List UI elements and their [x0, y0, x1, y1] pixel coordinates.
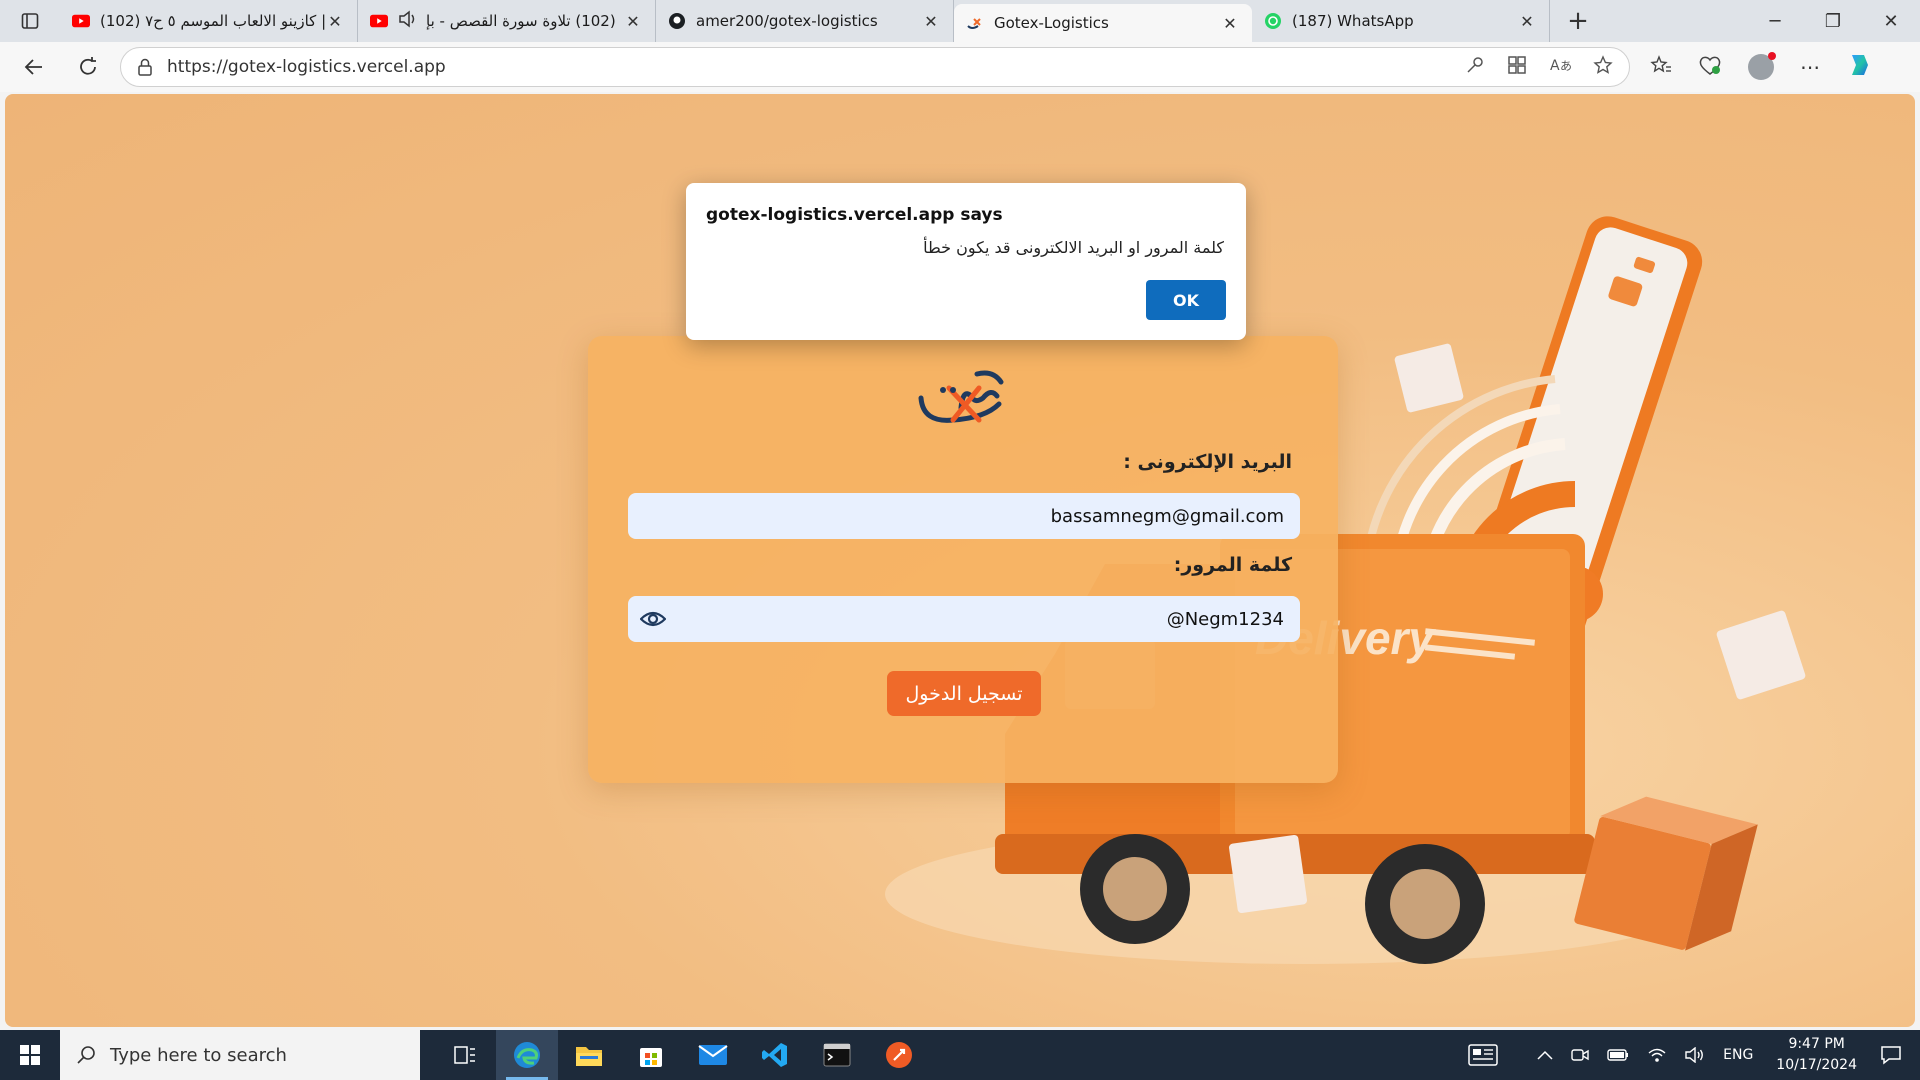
svg-text:あ: あ: [1560, 59, 1571, 73]
search-placeholder: Type here to search: [110, 1044, 287, 1066]
url-text[interactable]: https://gotex-logistics.vercel.app: [167, 57, 1465, 77]
taskbar-mail[interactable]: [682, 1030, 744, 1080]
dialog-heading: gotex-logistics.vercel.app says: [706, 205, 1003, 225]
meet-now-icon[interactable]: [1571, 1047, 1589, 1063]
close-window-icon[interactable]: ✕: [1862, 0, 1920, 42]
login-button[interactable]: تسجيل الدخول: [887, 671, 1041, 716]
email-field[interactable]: bassamnegm@gmail.com: [628, 493, 1300, 539]
favorite-star-icon[interactable]: [1593, 55, 1613, 79]
alert-dialog: gotex-logistics.vercel.app says كلمة الم…: [686, 183, 1246, 340]
taskbar-store[interactable]: [620, 1030, 682, 1080]
whatsapp-icon: [1264, 12, 1282, 30]
more-options-icon[interactable]: ⋯: [1800, 55, 1820, 79]
postman-icon: [886, 1042, 912, 1068]
browser-tab-4[interactable]: Gotex-Logistics ✕: [954, 4, 1252, 42]
terminal-icon: [823, 1043, 851, 1067]
favorites-icon[interactable]: [1650, 55, 1672, 79]
window-controls: ─ ❐ ✕: [1746, 0, 1920, 42]
minimize-icon[interactable]: ─: [1746, 0, 1804, 42]
tab-title: Gotex-Logistics: [994, 14, 1109, 32]
close-icon[interactable]: ✕: [1220, 14, 1240, 33]
address-bar[interactable]: https://gotex-logistics.vercel.app Aあ: [120, 47, 1630, 87]
browser-toolbar: https://gotex-logistics.vercel.app Aあ ⋯: [0, 42, 1920, 92]
copilot-icon[interactable]: [1846, 51, 1874, 83]
browser-tab-1[interactable]: (102) كازينو الالعاب الموسم ٥ ح٧ | ✕: [60, 0, 358, 42]
clock-time: 9:47 PM: [1788, 1036, 1845, 1052]
store-icon: [640, 1048, 662, 1067]
search-icon: [77, 1046, 95, 1064]
tab-title: amer200/gotex-logistics: [696, 12, 878, 30]
task-view-button[interactable]: [434, 1030, 496, 1080]
refresh-icon: [80, 57, 96, 75]
svg-text:A: A: [1550, 58, 1560, 74]
folder-icon: [576, 1047, 602, 1066]
wifi-icon[interactable]: [1647, 1047, 1667, 1063]
volume-icon[interactable]: [1685, 1047, 1705, 1063]
back-arrow-icon: [24, 59, 42, 75]
restore-icon[interactable]: ❐: [1804, 0, 1862, 42]
battery-icon[interactable]: [1607, 1049, 1629, 1061]
notifications-icon[interactable]: [1880, 1045, 1902, 1065]
dialog-ok-button[interactable]: OK: [1146, 280, 1226, 320]
gotex-icon: [966, 14, 984, 32]
system-tray: ENG 9:47 PM 10/17/2024: [1459, 1030, 1920, 1080]
chevron-up-icon[interactable]: [1537, 1050, 1553, 1060]
gotex-logo: [918, 370, 1004, 423]
mail-icon: [698, 1045, 728, 1065]
tab-title: (102) تلاوة سورة القصص - بإ: [426, 12, 616, 30]
github-icon: [668, 12, 686, 30]
browser-tab-5[interactable]: (187) WhatsApp ✕: [1252, 0, 1550, 42]
page-viewport: Delivery البريد الإلكترونى: bassamnegm@…: [5, 94, 1915, 1027]
password-value: @Negm1234: [1166, 608, 1284, 630]
taskbar-postman[interactable]: [868, 1030, 930, 1080]
back-button[interactable]: [14, 47, 54, 87]
tab-title: (102) كازينو الالعاب الموسم ٥ ح٧ |: [100, 12, 325, 30]
language-indicator[interactable]: ENG: [1723, 1047, 1753, 1063]
lock-icon: [138, 58, 152, 76]
edge-icon: [514, 1042, 540, 1068]
start-button[interactable]: [0, 1030, 60, 1080]
tab-actions-icon: [21, 13, 39, 29]
eye-icon[interactable]: [640, 607, 666, 631]
read-aloud-icon[interactable]: Aあ: [1549, 55, 1572, 79]
speaker-icon[interactable]: [398, 10, 418, 32]
taskbar-search-box[interactable]: Type here to search: [60, 1030, 420, 1080]
new-tab-button[interactable]: +: [1550, 0, 1606, 42]
clock[interactable]: 9:47 PM 10/17/2024: [1776, 1034, 1857, 1076]
password-label: كلمة المرور:: [1173, 554, 1292, 576]
browser-tab-3[interactable]: amer200/gotex-logistics ✕: [656, 0, 954, 42]
windows-logo-icon: [20, 1045, 40, 1065]
taskbar-terminal[interactable]: [806, 1030, 868, 1080]
taskbar-edge[interactable]: [496, 1030, 558, 1080]
news-widget-icon[interactable]: [1468, 1044, 1498, 1066]
refresh-button[interactable]: [68, 47, 108, 87]
close-icon[interactable]: ✕: [921, 12, 941, 31]
tab-title: (187) WhatsApp: [1292, 12, 1414, 30]
tab-strip: (102) كازينو الالعاب الموسم ٥ ح٧ | ✕ (10…: [0, 0, 1920, 42]
tab-actions-button[interactable]: [0, 0, 60, 42]
password-field[interactable]: @Negm1234: [628, 596, 1300, 642]
dialog-message: كلمة المرور او البريد الالكترونى قد يكون…: [923, 238, 1224, 257]
close-icon[interactable]: ✕: [325, 12, 345, 31]
login-card: البريد الإلكترونى : bassamnegm@gmail.com…: [588, 336, 1338, 783]
profile-avatar[interactable]: [1748, 52, 1776, 80]
task-view-icon: [454, 1046, 475, 1064]
vscode-icon: [762, 1043, 787, 1067]
close-icon[interactable]: ✕: [623, 12, 643, 31]
password-key-icon[interactable]: [1465, 55, 1485, 79]
app-grid-icon[interactable]: [1507, 55, 1527, 79]
email-label: البريد الإلكترونى :: [1123, 451, 1292, 473]
browser-essentials-icon[interactable]: [1698, 54, 1722, 80]
close-icon[interactable]: ✕: [1517, 12, 1537, 31]
taskbar-vscode[interactable]: [744, 1030, 806, 1080]
clock-date: 10/17/2024: [1776, 1057, 1857, 1073]
youtube-icon: [72, 12, 90, 30]
youtube-icon: [370, 12, 388, 30]
browser-tab-2[interactable]: (102) تلاوة سورة القصص - بإ ✕: [358, 0, 656, 42]
windows-taskbar: Type here to search ENG 9:47 PM 10/17/20…: [0, 1030, 1920, 1080]
taskbar-file-explorer[interactable]: [558, 1030, 620, 1080]
